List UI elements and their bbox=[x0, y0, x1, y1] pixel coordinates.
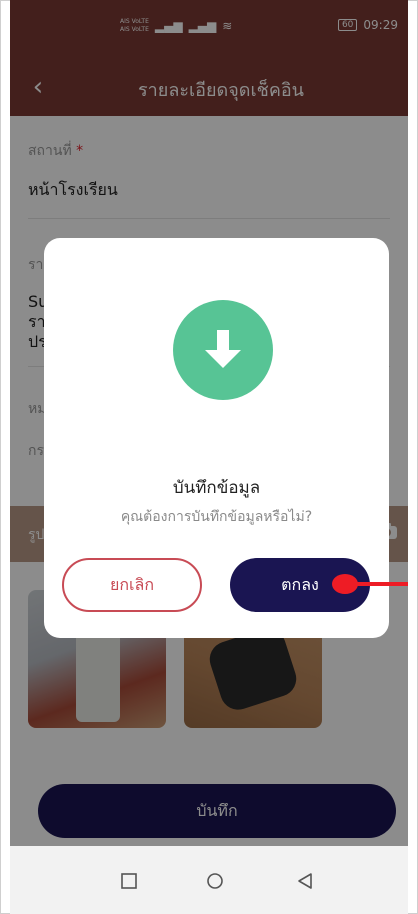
recents-icon[interactable] bbox=[120, 872, 138, 890]
dialog-title: บันทึกข้อมูล bbox=[172, 478, 261, 498]
home-icon[interactable] bbox=[206, 872, 224, 890]
download-icon bbox=[173, 300, 273, 400]
annotation-pointer-dot bbox=[332, 574, 358, 594]
cancel-button[interactable]: ยกเลิก bbox=[62, 558, 202, 612]
back-nav-icon[interactable] bbox=[296, 872, 314, 890]
android-nav-bar bbox=[10, 846, 408, 914]
dialog-message: คุณต้องการบันทึกข้อมูลหรือไม่? bbox=[120, 509, 313, 525]
annotation-pointer-line bbox=[352, 582, 408, 586]
